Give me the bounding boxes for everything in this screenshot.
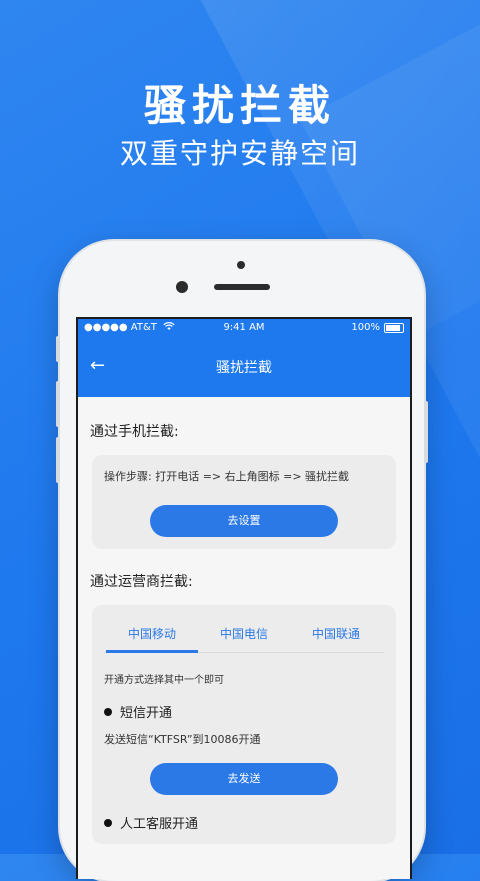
battery-icon	[384, 322, 404, 333]
carrier-tabs: 中国移动 中国电信 中国联通	[104, 615, 384, 653]
status-bar: ●●●●● AT&T 9:41 AM 100%	[78, 319, 410, 337]
mute-switch	[56, 336, 60, 362]
power-button	[424, 401, 428, 463]
earpiece-speaker	[214, 284, 270, 290]
hero-title: 骚扰拦截	[143, 81, 336, 130]
send-sms-button[interactable]: 去发送	[150, 763, 338, 795]
sms-option-desc: 发送短信“KTFSR”到10086开通	[104, 733, 261, 746]
page-title: 骚扰拦截	[216, 360, 272, 376]
phone-block-steps: 操作步骤: 打开电话 => 右上角图标 => 骚扰拦截	[104, 470, 350, 483]
carrier-block-card: 中国移动 中国电信 中国联通 开通方式选择其中一个即可 短信开通 发送短信“KT…	[92, 605, 396, 844]
tab-china-mobile[interactable]: 中国移动	[106, 615, 198, 653]
battery-percent: 100%	[351, 322, 380, 333]
go-settings-button[interactable]: 去设置	[150, 505, 338, 537]
phone-screen: ●●●●● AT&T 9:41 AM 100% ← 骚扰拦截 通过手机拦截: 操…	[76, 317, 412, 879]
volume-up-button	[56, 381, 60, 427]
phone-frame: ●●●●● AT&T 9:41 AM 100% ← 骚扰拦截 通过手机拦截: 操…	[56, 241, 428, 881]
carrier-block-title: 通过运营商拦截:	[90, 574, 193, 590]
tab-china-telecom[interactable]: 中国电信	[198, 615, 290, 653]
battery-status: 100%	[351, 322, 404, 333]
bullet-icon	[104, 707, 112, 716]
phone-block-title: 通过手机拦截:	[90, 424, 179, 440]
proximity-sensor	[237, 261, 245, 269]
hero-subtitle: 双重守护安静空间	[119, 137, 360, 170]
phone-block-card: 操作步骤: 打开电话 => 右上角图标 => 骚扰拦截 去设置	[92, 455, 396, 549]
sms-option: 短信开通	[104, 702, 384, 721]
open-method-hint: 开通方式选择其中一个即可	[104, 675, 224, 686]
manual-service-title: 人工客服开通	[120, 817, 199, 832]
front-camera	[176, 281, 188, 293]
manual-service-option: 人工客服开通	[104, 813, 384, 832]
tab-china-unicom[interactable]: 中国联通	[290, 615, 382, 653]
volume-down-button	[56, 437, 60, 483]
bullet-icon	[104, 818, 112, 827]
sms-option-title: 短信开通	[120, 706, 173, 721]
app-bar: ← 骚扰拦截	[78, 337, 410, 397]
